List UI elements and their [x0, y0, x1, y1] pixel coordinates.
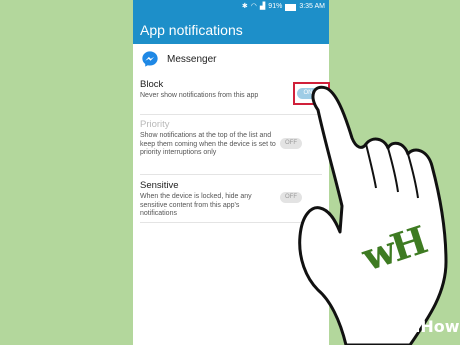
watermark-wiki: wiki — [384, 317, 421, 336]
pointing-hand-icon — [298, 85, 448, 345]
watermark-how: How — [420, 317, 460, 336]
wikihow-watermark: wikiHow — [384, 317, 460, 336]
